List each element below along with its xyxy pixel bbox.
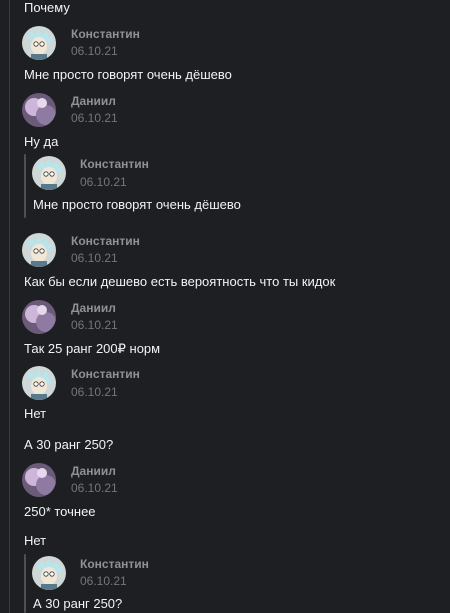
message-text: А 30 ранг 250? bbox=[24, 437, 114, 452]
quote-bar bbox=[24, 554, 26, 613]
message-date: 06.10.21 bbox=[71, 251, 118, 265]
message-text: Почему bbox=[24, 0, 70, 15]
purple-avatar-icon[interactable] bbox=[22, 463, 56, 497]
rick-avatar-icon bbox=[32, 156, 66, 190]
message-text: Нет bbox=[24, 533, 47, 548]
quote-date: 06.10.21 bbox=[80, 574, 127, 588]
message-text: Мне просто говорят очень дёшево bbox=[24, 67, 232, 82]
rick-avatar-icon[interactable] bbox=[22, 366, 56, 400]
message-date: 06.10.21 bbox=[71, 44, 118, 58]
author-name[interactable]: Даниил bbox=[71, 94, 116, 108]
rick-avatar-icon bbox=[32, 556, 66, 590]
message-date: 06.10.21 bbox=[71, 481, 118, 495]
purple-avatar-icon[interactable] bbox=[22, 93, 56, 127]
rick-avatar-icon[interactable] bbox=[22, 26, 56, 60]
message-date: 06.10.21 bbox=[71, 111, 118, 125]
quote-text: А 30 ранг 250? bbox=[33, 596, 123, 611]
rick-avatar-icon[interactable] bbox=[22, 233, 56, 267]
author-name[interactable]: Константин bbox=[71, 27, 140, 41]
quote-author[interactable]: Константин bbox=[80, 557, 149, 571]
message-text: Как бы если дешево есть вероятность что … bbox=[24, 274, 336, 289]
message-text: Ну да bbox=[24, 134, 59, 149]
author-name[interactable]: Даниил bbox=[71, 301, 116, 315]
quote-date: 06.10.21 bbox=[80, 175, 127, 189]
quote-text: Мне просто говорят очень дёшево bbox=[33, 197, 241, 212]
author-name[interactable]: Константин bbox=[71, 367, 140, 381]
message-text: Нет bbox=[24, 406, 47, 421]
purple-avatar-icon[interactable] bbox=[22, 300, 56, 334]
message-text: 250* точнее bbox=[24, 504, 96, 519]
message-date: 06.10.21 bbox=[71, 318, 118, 332]
author-name[interactable]: Константин bbox=[71, 234, 140, 248]
thread-line bbox=[9, 0, 10, 613]
author-name[interactable]: Даниил bbox=[71, 464, 116, 478]
message-date: 06.10.21 bbox=[71, 385, 118, 399]
quote-author[interactable]: Константин bbox=[80, 157, 149, 171]
message-text: Так 25 ранг 200₽ норм bbox=[24, 341, 161, 356]
quote-bar bbox=[24, 154, 26, 218]
